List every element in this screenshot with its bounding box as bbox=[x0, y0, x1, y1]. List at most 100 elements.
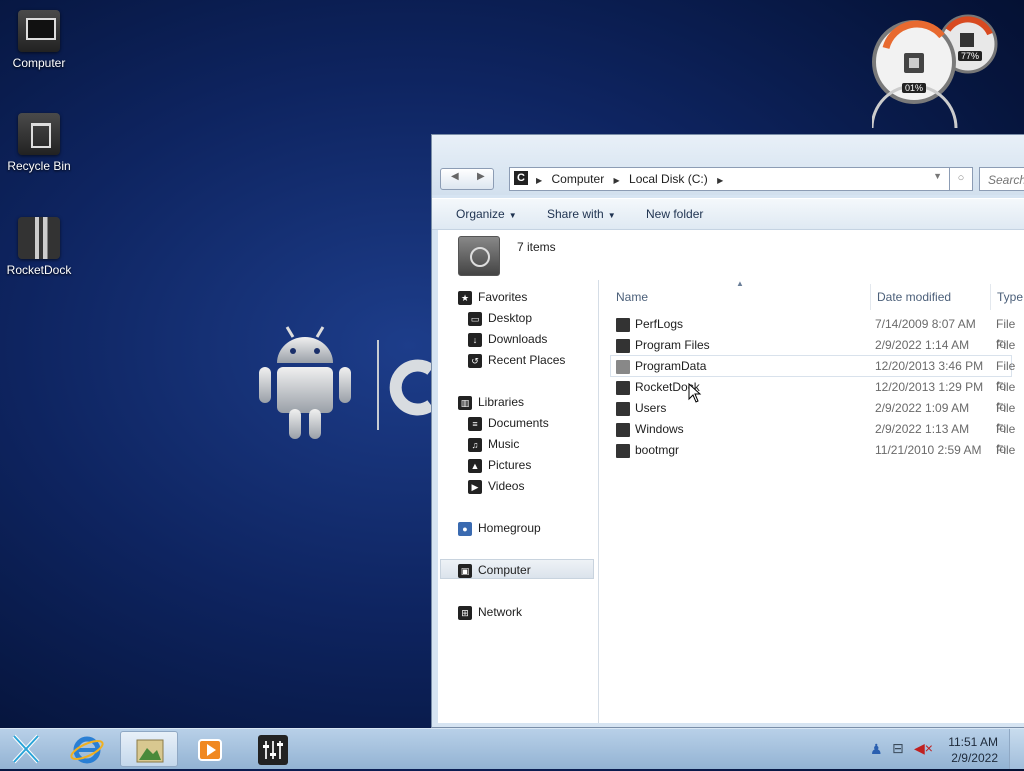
star-icon: ★ bbox=[458, 290, 472, 305]
file-row[interactable]: PerfLogs 7/14/2009 8:07 AM File fo bbox=[611, 314, 1015, 351]
column-header-name[interactable]: Name bbox=[616, 284, 648, 310]
folder-icon bbox=[616, 422, 630, 437]
nav-libraries[interactable]: ▥ Libraries bbox=[458, 392, 524, 412]
search-input[interactable] bbox=[986, 170, 1024, 190]
desktop-icon-label: RocketDock bbox=[6, 263, 72, 277]
nav-network[interactable]: ⊞ Network bbox=[458, 602, 522, 622]
back-forward-buttons[interactable]: ◀ ▶ bbox=[440, 168, 494, 190]
chevron-down-icon[interactable]: ▼ bbox=[933, 171, 942, 181]
file-row[interactable]: ProgramData 12/20/2013 3:46 PM File fo bbox=[610, 355, 1015, 393]
file-row[interactable]: bootmgr 11/21/2010 2:59 AM File bbox=[611, 440, 1015, 460]
new-folder-button[interactable]: New folder bbox=[646, 207, 703, 221]
organize-label: Organize bbox=[456, 207, 505, 221]
explorer-window: ◀ ▶ C ▶ Computer ▶ Local Disk (C:) ▶ ▼ ○… bbox=[431, 134, 1024, 728]
nav-label: Desktop bbox=[488, 311, 533, 325]
share-with-button[interactable]: Share with ▼ bbox=[547, 207, 616, 221]
file-type: File bbox=[996, 443, 1016, 457]
show-desktop-button[interactable] bbox=[1009, 729, 1024, 769]
nav-downloads[interactable]: ↓ Downloads bbox=[468, 329, 547, 349]
nav-computer[interactable]: ▣ Computer bbox=[440, 559, 594, 579]
file-name: Windows bbox=[635, 422, 684, 436]
file-date: 12/20/2013 3:46 PM bbox=[875, 359, 984, 373]
video-icon: ▶ bbox=[468, 479, 482, 494]
column-header-type[interactable]: Type bbox=[997, 284, 1023, 310]
memory-percent: 77% bbox=[958, 51, 983, 61]
network-icon: ⊞ bbox=[458, 605, 472, 620]
nav-favorites[interactable]: ★ Favorites bbox=[458, 287, 527, 307]
desktop-icon-computer[interactable]: Computer bbox=[0, 10, 79, 70]
file-date: 2/9/2022 1:09 AM bbox=[875, 401, 970, 415]
file-row[interactable]: Windows 2/9/2022 1:13 AM File fo bbox=[611, 419, 1015, 456]
nav-label: Videos bbox=[488, 479, 525, 493]
file-name: bootmgr bbox=[635, 443, 680, 457]
breadcrumb: ▶ Computer ▶ Local Disk (C:) ▶ bbox=[536, 172, 729, 186]
mixer-icon bbox=[258, 735, 288, 765]
nav-recent-places[interactable]: ↺ Recent Places bbox=[468, 350, 565, 370]
nav-desktop[interactable]: ▭ Desktop bbox=[468, 308, 532, 328]
chevron-right-icon[interactable]: ▶ bbox=[717, 176, 723, 185]
desktop-icon-recycle-bin[interactable]: Recycle Bin bbox=[0, 113, 79, 173]
file-row[interactable]: Users 2/9/2022 1:09 AM File fo bbox=[611, 398, 1015, 435]
start-button[interactable] bbox=[6, 732, 46, 766]
address-bar[interactable]: C ▶ Computer ▶ Local Disk (C:) ▶ ▼ bbox=[509, 167, 973, 191]
breadcrumb-local-disk[interactable]: Local Disk (C:) bbox=[629, 172, 708, 186]
file-list: ▲ Name Date modified Type PerfLogs 7/14/… bbox=[599, 279, 1024, 723]
taskbar-mixer[interactable] bbox=[244, 731, 302, 767]
download-icon: ↓ bbox=[468, 332, 482, 347]
item-count: 7 items bbox=[517, 240, 556, 254]
forward-icon[interactable]: ▶ bbox=[477, 171, 485, 182]
column-divider[interactable] bbox=[990, 284, 991, 310]
desktop-icon-label: Computer bbox=[12, 56, 66, 70]
taskbar-media-player[interactable] bbox=[182, 731, 240, 767]
file-row[interactable]: Program Files 2/9/2022 1:14 AM File fo bbox=[611, 335, 1015, 372]
organize-button[interactable]: Organize ▼ bbox=[456, 207, 517, 221]
mouse-cursor-icon bbox=[688, 383, 702, 403]
nav-label: Libraries bbox=[478, 395, 525, 409]
volume-muted-icon[interactable]: ◀× bbox=[914, 740, 933, 757]
file-row[interactable]: RocketDock 12/20/2013 1:29 PM File fo bbox=[611, 377, 1015, 414]
nav-label: Documents bbox=[488, 416, 549, 430]
document-icon: ≡ bbox=[468, 416, 482, 431]
folder-icon bbox=[616, 338, 630, 353]
picture-icon: ▲ bbox=[468, 458, 482, 473]
cpu-meter-gadget[interactable]: 01% 77% bbox=[870, 8, 1002, 172]
folder-icon bbox=[616, 359, 630, 374]
file-name: Program Files bbox=[635, 338, 710, 352]
nav-documents[interactable]: ≡ Documents bbox=[468, 413, 549, 433]
nav-videos[interactable]: ▶ Videos bbox=[468, 476, 524, 496]
search-box[interactable] bbox=[979, 167, 1024, 191]
nav-homegroup[interactable]: ● Homegroup bbox=[458, 518, 541, 538]
file-date: 12/20/2013 1:29 PM bbox=[875, 380, 984, 394]
chevron-down-icon: ▼ bbox=[508, 211, 517, 220]
back-icon[interactable]: ◀ bbox=[451, 171, 459, 182]
nav-label: Pictures bbox=[488, 458, 532, 472]
refresh-button[interactable]: ○ bbox=[949, 167, 973, 191]
start-icon bbox=[12, 734, 40, 764]
clock-date: 2/9/2022 bbox=[951, 751, 998, 765]
file-name: ProgramData bbox=[635, 359, 707, 373]
clock[interactable]: 11:51 AM 2/9/2022 bbox=[948, 734, 998, 766]
navigation-pane: ★ Favorites ▭ Desktop ↓ Downloads ↺ Recent P… bbox=[438, 280, 599, 723]
refresh-icon: ○ bbox=[957, 172, 965, 184]
network-tray-icon[interactable]: ⊟ bbox=[892, 740, 904, 757]
desktop-icon: ▭ bbox=[468, 311, 482, 326]
music-icon: ♫ bbox=[468, 437, 482, 452]
rocketdock-icon bbox=[18, 217, 60, 259]
nav-pictures[interactable]: ▲ Pictures bbox=[468, 455, 531, 475]
details-header: 7 items bbox=[438, 230, 1024, 280]
nav-music[interactable]: ♫ Music bbox=[468, 434, 519, 454]
computer-icon bbox=[18, 10, 60, 52]
taskbar-explorer[interactable] bbox=[120, 731, 178, 767]
breadcrumb-computer[interactable]: Computer bbox=[552, 172, 605, 186]
clock-time: 11:51 AM bbox=[948, 735, 998, 749]
desktop-icon-rocketdock[interactable]: RocketDock bbox=[0, 217, 79, 277]
chevron-right-icon[interactable]: ▶ bbox=[614, 176, 620, 185]
column-divider[interactable] bbox=[870, 284, 871, 310]
chevron-right-icon[interactable]: ▶ bbox=[536, 176, 542, 185]
network-status-icon[interactable]: ♟ bbox=[870, 741, 883, 758]
android-logo bbox=[255, 325, 435, 448]
column-header-date[interactable]: Date modified bbox=[877, 284, 951, 310]
new-folder-label: New folder bbox=[646, 207, 704, 221]
taskbar-internet-explorer[interactable] bbox=[58, 731, 116, 767]
homegroup-icon: ● bbox=[458, 521, 472, 536]
